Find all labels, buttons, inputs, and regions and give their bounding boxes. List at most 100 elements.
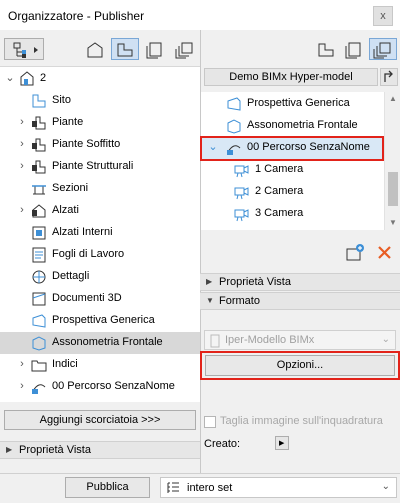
view-map-icon xyxy=(117,43,133,57)
chevron-right-icon[interactable]: › xyxy=(16,116,28,128)
crop-label: Taglia immagine sull'inquadratura xyxy=(220,415,383,427)
elevation-icon xyxy=(30,202,48,220)
publisher-set-tree[interactable]: Prospettiva Generica Assonometria Frontal… xyxy=(201,92,384,230)
publisher-item-label: 2 Camera xyxy=(255,185,304,197)
publisher-item-label: Prospettiva Generica xyxy=(247,97,350,109)
collapsed-triangle-icon: ▶ xyxy=(206,277,213,286)
chevron-down-icon[interactable]: ⌄ xyxy=(4,72,16,84)
publisher-item-label: Assonometria Frontale xyxy=(247,119,358,131)
left-view-properties-header[interactable]: ▶ Proprietà Vista xyxy=(0,441,200,459)
up-arrow-icon xyxy=(384,70,393,82)
right-layout-book-tab[interactable] xyxy=(341,38,367,60)
publisher-set-name: Demo BIMx Hyper-model xyxy=(229,71,353,83)
tree-item[interactable]: › Indici xyxy=(0,354,200,376)
tree-item[interactable]: Alzati Interni xyxy=(0,222,200,244)
footer-divider xyxy=(0,473,400,474)
tree-item-label: Sito xyxy=(52,94,71,106)
tree-item-label: Dettagli xyxy=(52,270,90,282)
view-map-tree[interactable]: ⌄ 2 Sito › Piante › Piante Soffitto › Piante Str… xyxy=(0,66,200,402)
plan-icon xyxy=(30,114,48,132)
right-view-properties-label: Proprietà Vista xyxy=(219,276,291,288)
tree-item[interactable]: › Piante Strutturali xyxy=(0,156,200,178)
publisher-sets-tab[interactable] xyxy=(171,38,199,60)
right-publisher-sets-tab[interactable] xyxy=(369,38,397,60)
tree-item[interactable]: › Piante xyxy=(0,112,200,134)
tree-item[interactable]: Documenti 3D xyxy=(0,288,200,310)
scroll-down-icon[interactable]: ▼ xyxy=(385,216,400,230)
publish-button[interactable]: Pubblica xyxy=(65,477,150,498)
perspective-icon xyxy=(225,95,243,113)
tree-item[interactable]: › Alzati xyxy=(0,200,200,222)
crop-checkbox[interactable] xyxy=(204,416,216,428)
tree-item-label: Prospettiva Generica xyxy=(52,314,155,326)
scrollbar-thumb[interactable] xyxy=(388,172,398,206)
expanded-triangle-icon: ▼ xyxy=(206,296,214,305)
document-3d-icon xyxy=(30,290,48,308)
tree-item-label: 2 xyxy=(40,72,47,84)
format-dropdown[interactable]: Iper-Modello BIMx ⌄ xyxy=(204,330,396,350)
new-subset-button[interactable] xyxy=(345,243,365,263)
tree-item-label: Piante Soffitto xyxy=(52,138,121,150)
view-map-icon xyxy=(318,43,334,57)
tree-item-label: Fogli di Lavoro xyxy=(52,248,125,260)
publisher-item[interactable]: Prospettiva Generica xyxy=(201,93,384,115)
layout-book-tab[interactable] xyxy=(141,38,169,60)
scroll-up-icon[interactable]: ▲ xyxy=(385,92,400,106)
tree-item[interactable]: Prospettiva Generica xyxy=(0,310,200,332)
tree-item-label: Alzati xyxy=(52,204,79,216)
chevron-right-icon[interactable]: › xyxy=(16,204,28,216)
format-icon xyxy=(210,334,220,348)
tree-options-button[interactable] xyxy=(4,38,44,60)
collapsed-triangle-icon: ▶ xyxy=(6,445,13,454)
chevron-right-icon[interactable]: › xyxy=(16,380,28,392)
chevron-right-icon[interactable]: › xyxy=(16,138,28,150)
tree-item[interactable]: › Piante Soffitto xyxy=(0,134,200,156)
view-map-tab[interactable] xyxy=(111,38,139,60)
new-folder-icon xyxy=(346,244,364,261)
add-shortcut-button[interactable]: Aggiungi scorciatoia >>> xyxy=(4,410,196,430)
tree-item[interactable]: › 00 Percorso SenzaNome xyxy=(0,376,200,398)
publish-scope-dropdown[interactable]: intero set ⌄ xyxy=(160,477,397,498)
right-view-map-tab[interactable] xyxy=(313,38,339,60)
chevron-right-icon[interactable]: › xyxy=(16,358,28,370)
publisher-item-label: 3 Camera xyxy=(255,207,304,219)
tree-item[interactable]: ⌄ 2 xyxy=(0,68,200,90)
delete-button[interactable] xyxy=(375,243,395,263)
tree-item[interactable]: Assonometria Frontale xyxy=(0,332,200,354)
project-map-tab[interactable] xyxy=(81,38,109,60)
created-toggle-button[interactable]: ▶ xyxy=(275,436,289,450)
delete-icon xyxy=(378,246,391,259)
set-up-level-button[interactable] xyxy=(380,68,398,86)
tree-item[interactable]: Dettagli xyxy=(0,266,200,288)
camera-icon xyxy=(233,161,251,179)
camera-icon xyxy=(233,205,251,223)
interior-elevation-icon xyxy=(30,224,48,242)
layout-book-icon xyxy=(146,42,162,59)
axonometry-icon xyxy=(225,117,243,135)
play-triangle-icon: ▶ xyxy=(279,440,285,447)
right-view-properties-header[interactable]: ▶ Proprietà Vista xyxy=(200,273,400,291)
chevron-right-icon[interactable]: › xyxy=(16,160,28,172)
axonometry-icon xyxy=(30,334,48,352)
publisher-set-scrollbar[interactable]: ▲ ▼ xyxy=(384,92,400,230)
tree-item[interactable]: Sito xyxy=(0,90,200,112)
camera-item[interactable]: 2 Camera xyxy=(201,181,384,203)
close-button[interactable]: x xyxy=(373,6,393,26)
plan-icon xyxy=(30,158,48,176)
tree-item-label: Documenti 3D xyxy=(52,292,122,304)
camera-item[interactable]: 1 Camera xyxy=(201,159,384,181)
tree-item-label: Alzati Interni xyxy=(52,226,113,238)
camera-item[interactable]: 3 Camera xyxy=(201,203,384,225)
options-button[interactable]: Opzioni... xyxy=(205,355,395,376)
tree-item[interactable]: Sezioni xyxy=(0,178,200,200)
publisher-sets-icon xyxy=(373,42,391,59)
camera-path-icon xyxy=(30,378,48,396)
format-header[interactable]: ▼ Formato xyxy=(200,292,400,310)
worksheet-icon xyxy=(30,246,48,264)
tree-item[interactable]: Fogli di Lavoro xyxy=(0,244,200,266)
left-view-properties-label: Proprietà Vista xyxy=(19,444,91,456)
publisher-item[interactable]: Assonometria Frontale xyxy=(201,115,384,137)
folder-icon xyxy=(30,356,48,374)
publisher-set-name-bar[interactable]: Demo BIMx Hyper-model xyxy=(204,68,378,86)
camera-icon xyxy=(233,183,251,201)
